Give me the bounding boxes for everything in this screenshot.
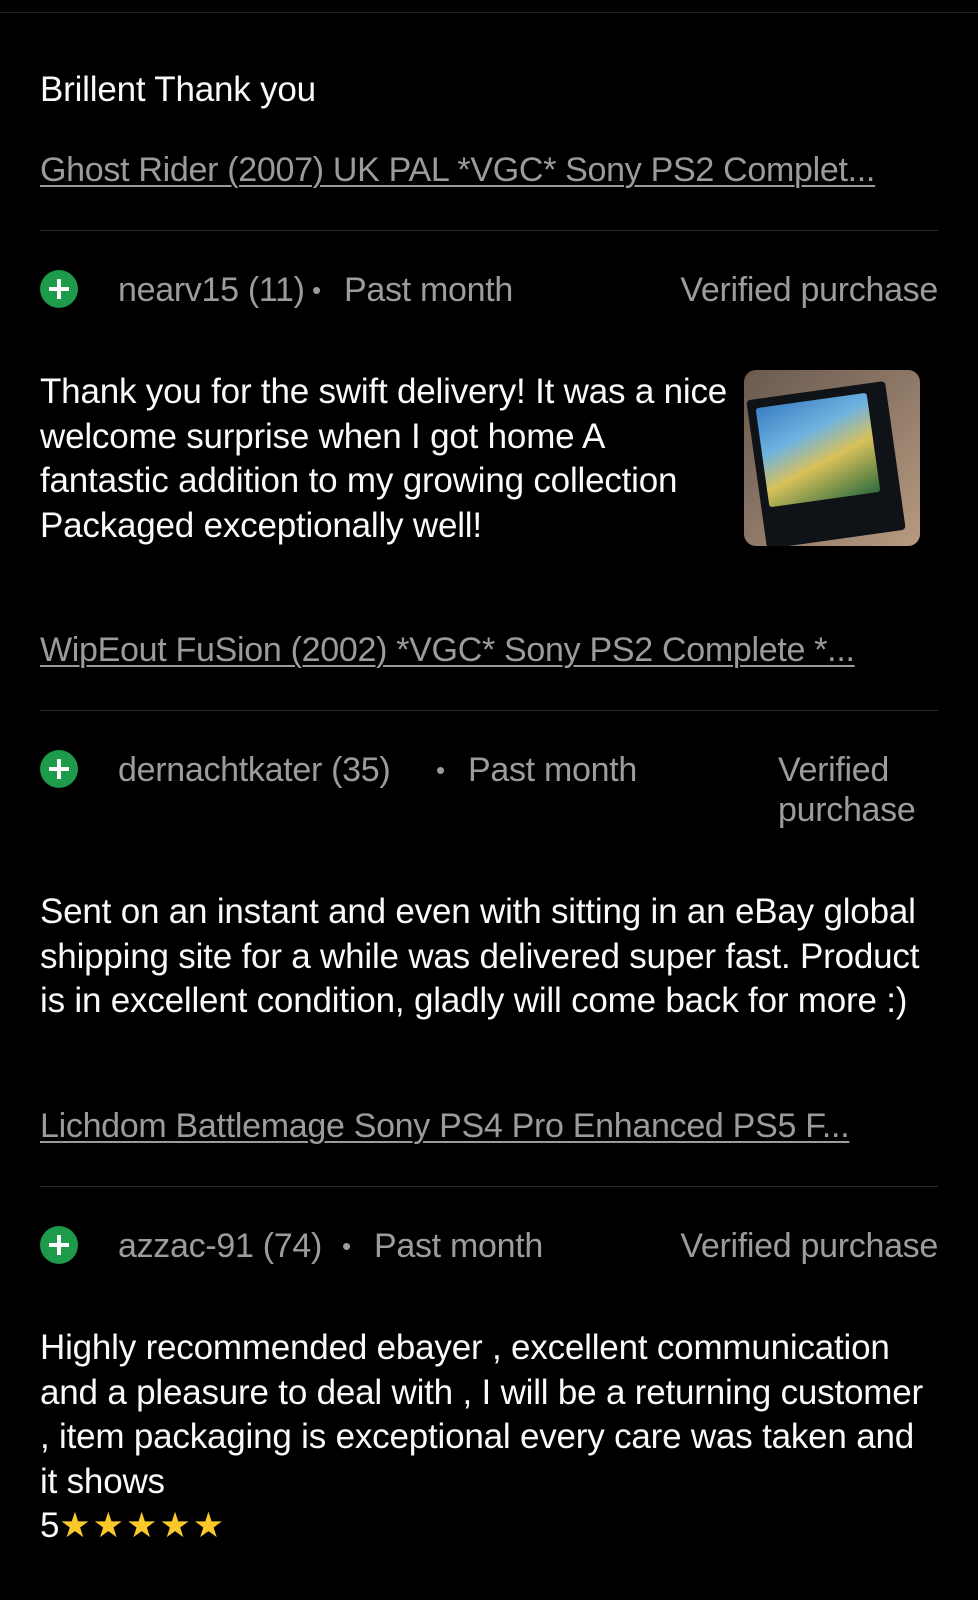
review-header: nearv15 (11) • Past month Verified purch… [40, 270, 938, 314]
review-date: Past month [344, 271, 513, 309]
reviewer-name[interactable]: nearv15 (11) [118, 270, 305, 310]
separator-dot: • [342, 1231, 352, 1261]
top-divider [0, 12, 978, 13]
item-link[interactable]: Ghost Rider (2007) UK PAL *VGC* Sony PS2… [40, 150, 940, 190]
divider [40, 1186, 938, 1187]
review-photo[interactable] [744, 370, 920, 546]
review-comment: Brillent Thank you [40, 70, 316, 109]
divider [40, 230, 938, 231]
item-link[interactable]: WipEout FuSion (2002) *VGC* Sony PS2 Com… [40, 630, 940, 670]
review-comment: Thank you for the swift delivery! It was… [40, 372, 728, 545]
game-cover-art [755, 392, 881, 508]
review-comment-tail: 5 [40, 1506, 60, 1545]
review-comment: Highly recommended ebayer , excellent co… [40, 1326, 940, 1549]
review-header: azzac-91 (74) • Past month Verified purc… [40, 1226, 938, 1270]
review-comment-text: Highly recommended ebayer , excellent co… [40, 1328, 923, 1501]
reviewer-name[interactable]: dernachtkater (35) [118, 750, 391, 790]
divider [40, 710, 938, 711]
verified-purchase-label: Verified purchase [680, 271, 938, 309]
plus-circle-icon [40, 1226, 78, 1264]
star-emoji-icon: ★★★★★ [59, 1506, 227, 1545]
review-date: Past month [374, 1227, 543, 1265]
separator-dot: • [436, 755, 446, 785]
verified-purchase-label: Verified purchase [778, 751, 916, 829]
plus-circle-icon [40, 750, 78, 788]
separator-dot: • [312, 275, 322, 305]
review-date: Past month [468, 751, 637, 789]
item-link[interactable]: Lichdom Battlemage Sony PS4 Pro Enhanced… [40, 1106, 940, 1146]
plus-circle-icon [40, 270, 78, 308]
reviewer-name[interactable]: azzac-91 (74) [118, 1226, 322, 1266]
verified-purchase-label: Verified purchase [680, 1227, 938, 1265]
review-comment: Sent on an instant and even with sitting… [40, 892, 920, 1020]
review-header: dernachtkater (35) • Past month Verified… [40, 750, 938, 840]
